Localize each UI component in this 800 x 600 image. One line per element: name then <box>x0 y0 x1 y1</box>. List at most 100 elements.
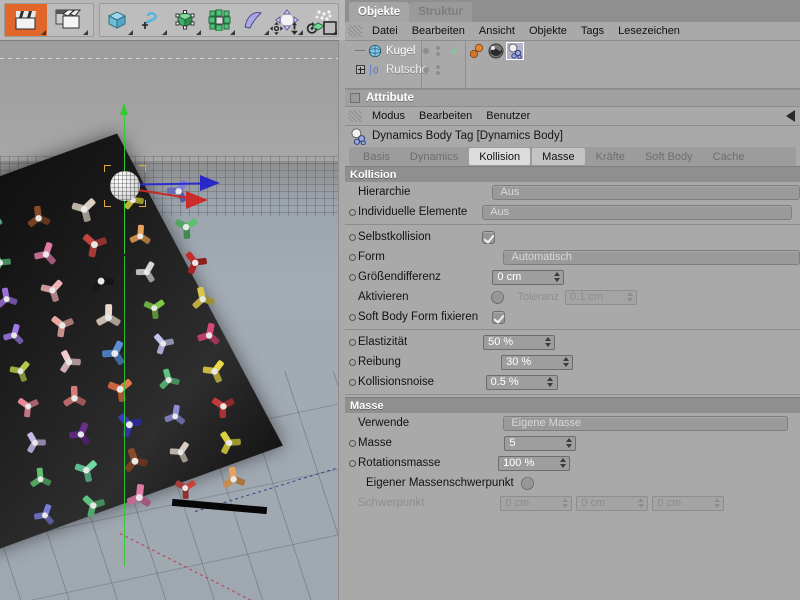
menu-modus[interactable]: Modus <box>365 110 412 122</box>
row-number-field[interactable]: 0.5 % <box>486 375 558 390</box>
row-checkbox[interactable] <box>491 291 504 304</box>
spinner-arrows[interactable] <box>542 336 553 349</box>
menu-tags[interactable]: Tags <box>574 25 611 37</box>
tab-kraefte[interactable]: Kräfte <box>586 147 635 166</box>
kollisionsnoise-row: Kollisionsnoise0.5 % <box>345 372 800 392</box>
menu-datei[interactable]: Datei <box>365 25 405 37</box>
spinner-arrows[interactable] <box>545 376 556 389</box>
keyframe-marker[interactable] <box>349 234 356 241</box>
tree-expand-toggle[interactable] <box>345 65 367 74</box>
row-checkbox[interactable] <box>521 477 534 490</box>
visibility-dots[interactable]: ✓ <box>423 41 463 60</box>
panel-menu-button[interactable] <box>350 93 360 103</box>
menu-ansicht[interactable]: Ansicht <box>472 25 522 37</box>
row-checkbox[interactable] <box>492 311 505 324</box>
row-number-field[interactable]: 50 % <box>483 335 555 350</box>
spinner-arrows[interactable] <box>557 457 568 470</box>
keyframe-marker[interactable] <box>349 359 356 366</box>
move-camera-icon[interactable] <box>269 21 284 36</box>
spinner-arrows[interactable] <box>711 497 722 510</box>
menu-lesezeichen[interactable]: Lesezeichen <box>611 25 687 37</box>
spinner-arrows[interactable] <box>559 497 570 510</box>
row-number-field[interactable]: 0 cm <box>492 270 564 285</box>
object-name-kugel[interactable]: Kugel <box>386 45 415 57</box>
tab-basis[interactable]: Basis <box>353 147 400 166</box>
jack-object[interactable] <box>218 462 249 493</box>
jack-object[interactable] <box>160 400 189 429</box>
menu-grip-handle[interactable] <box>348 25 362 37</box>
texture-tag-icon[interactable] <box>488 43 504 59</box>
jack-object[interactable] <box>126 221 153 248</box>
spinner-arrows[interactable] <box>563 437 574 450</box>
spinner-arrows[interactable] <box>635 497 646 510</box>
collapse-arrow-icon[interactable] <box>786 110 795 122</box>
object-manager-tree[interactable]: Kugel ✓ <box>345 41 800 89</box>
menu-bearbeiten[interactable]: Bearbeiten <box>412 110 479 122</box>
render-to-picture-viewer-button[interactable] <box>47 4 89 36</box>
keyframe-marker[interactable] <box>349 379 356 386</box>
menu-objekte[interactable]: Objekte <box>522 25 574 37</box>
objekte-tab[interactable]: Objekte <box>349 2 409 22</box>
keyframe-marker[interactable] <box>349 314 356 321</box>
keyframe-marker[interactable] <box>349 460 356 467</box>
keyframe-marker[interactable] <box>349 274 356 281</box>
row-combo[interactable]: Aus <box>492 185 800 200</box>
row-combo[interactable]: Eigene Masse <box>503 416 788 431</box>
render-view-button[interactable] <box>5 4 47 36</box>
menu-grip-handle[interactable] <box>348 110 362 122</box>
button-corner-marker <box>128 30 133 35</box>
vector-component-field[interactable]: 0 cm <box>576 496 648 511</box>
aktivieren-row: AktivierenToleranz0.1 cm <box>345 287 800 307</box>
rotate-camera-icon[interactable] <box>305 21 319 36</box>
struktur-tab[interactable]: Struktur <box>409 2 472 22</box>
spline-button[interactable] <box>134 4 168 36</box>
vector-component-field[interactable]: 0 cm <box>652 496 724 511</box>
row-number-field[interactable]: 30 % <box>501 355 573 370</box>
zoom-camera-icon[interactable] <box>288 21 301 36</box>
array-generator-button[interactable] <box>202 4 236 36</box>
3d-viewport[interactable] <box>0 40 338 600</box>
vector-component-field[interactable]: 0 cm <box>500 496 572 511</box>
selection-corner <box>139 200 146 207</box>
jack-object[interactable] <box>123 480 156 513</box>
row-value: 50 % <box>488 336 513 348</box>
table-row[interactable]: 0 Rutsche <box>345 60 800 79</box>
row-number-field[interactable]: 5 <box>504 436 576 451</box>
material-tag-icon[interactable] <box>469 43 485 59</box>
tab-masse[interactable]: Masse <box>532 148 584 165</box>
nurbs-generator-button[interactable] <box>168 4 202 36</box>
cube-primitive-button[interactable] <box>100 4 134 36</box>
toleranz-field[interactable]: 0.1 cm <box>565 290 637 305</box>
attribute-manager-titlebar: Attribute <box>345 89 800 107</box>
tab-kollision[interactable]: Kollision <box>469 148 530 165</box>
enabled-check-icon: ✓ <box>450 44 460 58</box>
visibility-dots[interactable] <box>423 60 463 79</box>
tab-softbody[interactable]: Soft Body <box>635 147 703 166</box>
keyframe-marker[interactable] <box>349 254 356 261</box>
keyframe-marker[interactable] <box>349 440 356 447</box>
selection-corner <box>104 200 111 207</box>
keyframe-marker[interactable] <box>349 209 356 216</box>
maximize-viewport-icon[interactable] <box>323 21 337 35</box>
row-combo[interactable]: Automatisch <box>503 250 800 265</box>
jack-object[interactable] <box>93 301 123 331</box>
row-number-field[interactable]: 100 % <box>498 456 570 471</box>
keyframe-marker[interactable] <box>349 339 356 346</box>
dynamics-body-tag-icon <box>350 128 367 145</box>
dynamics-body-tag-icon[interactable] <box>507 43 523 59</box>
jack-object[interactable] <box>192 318 225 351</box>
row-checkbox[interactable] <box>482 231 495 244</box>
spinner-arrows[interactable] <box>624 291 635 304</box>
spinner-arrows[interactable] <box>560 356 571 369</box>
spinner-arrows[interactable] <box>551 271 562 284</box>
menu-bearbeiten[interactable]: Bearbeiten <box>405 25 472 37</box>
row-combo[interactable]: Aus <box>482 205 792 220</box>
menu-benutzer[interactable]: Benutzer <box>479 110 537 122</box>
jack-object[interactable] <box>60 383 89 412</box>
object-name-rutsche[interactable]: Rutsche <box>386 64 428 76</box>
jack-object[interactable] <box>23 202 54 233</box>
jack-object[interactable] <box>26 464 54 492</box>
table-row[interactable]: Kugel ✓ <box>345 41 800 60</box>
tab-dynamics[interactable]: Dynamics <box>400 147 468 166</box>
tab-cache[interactable]: Cache <box>703 147 755 166</box>
